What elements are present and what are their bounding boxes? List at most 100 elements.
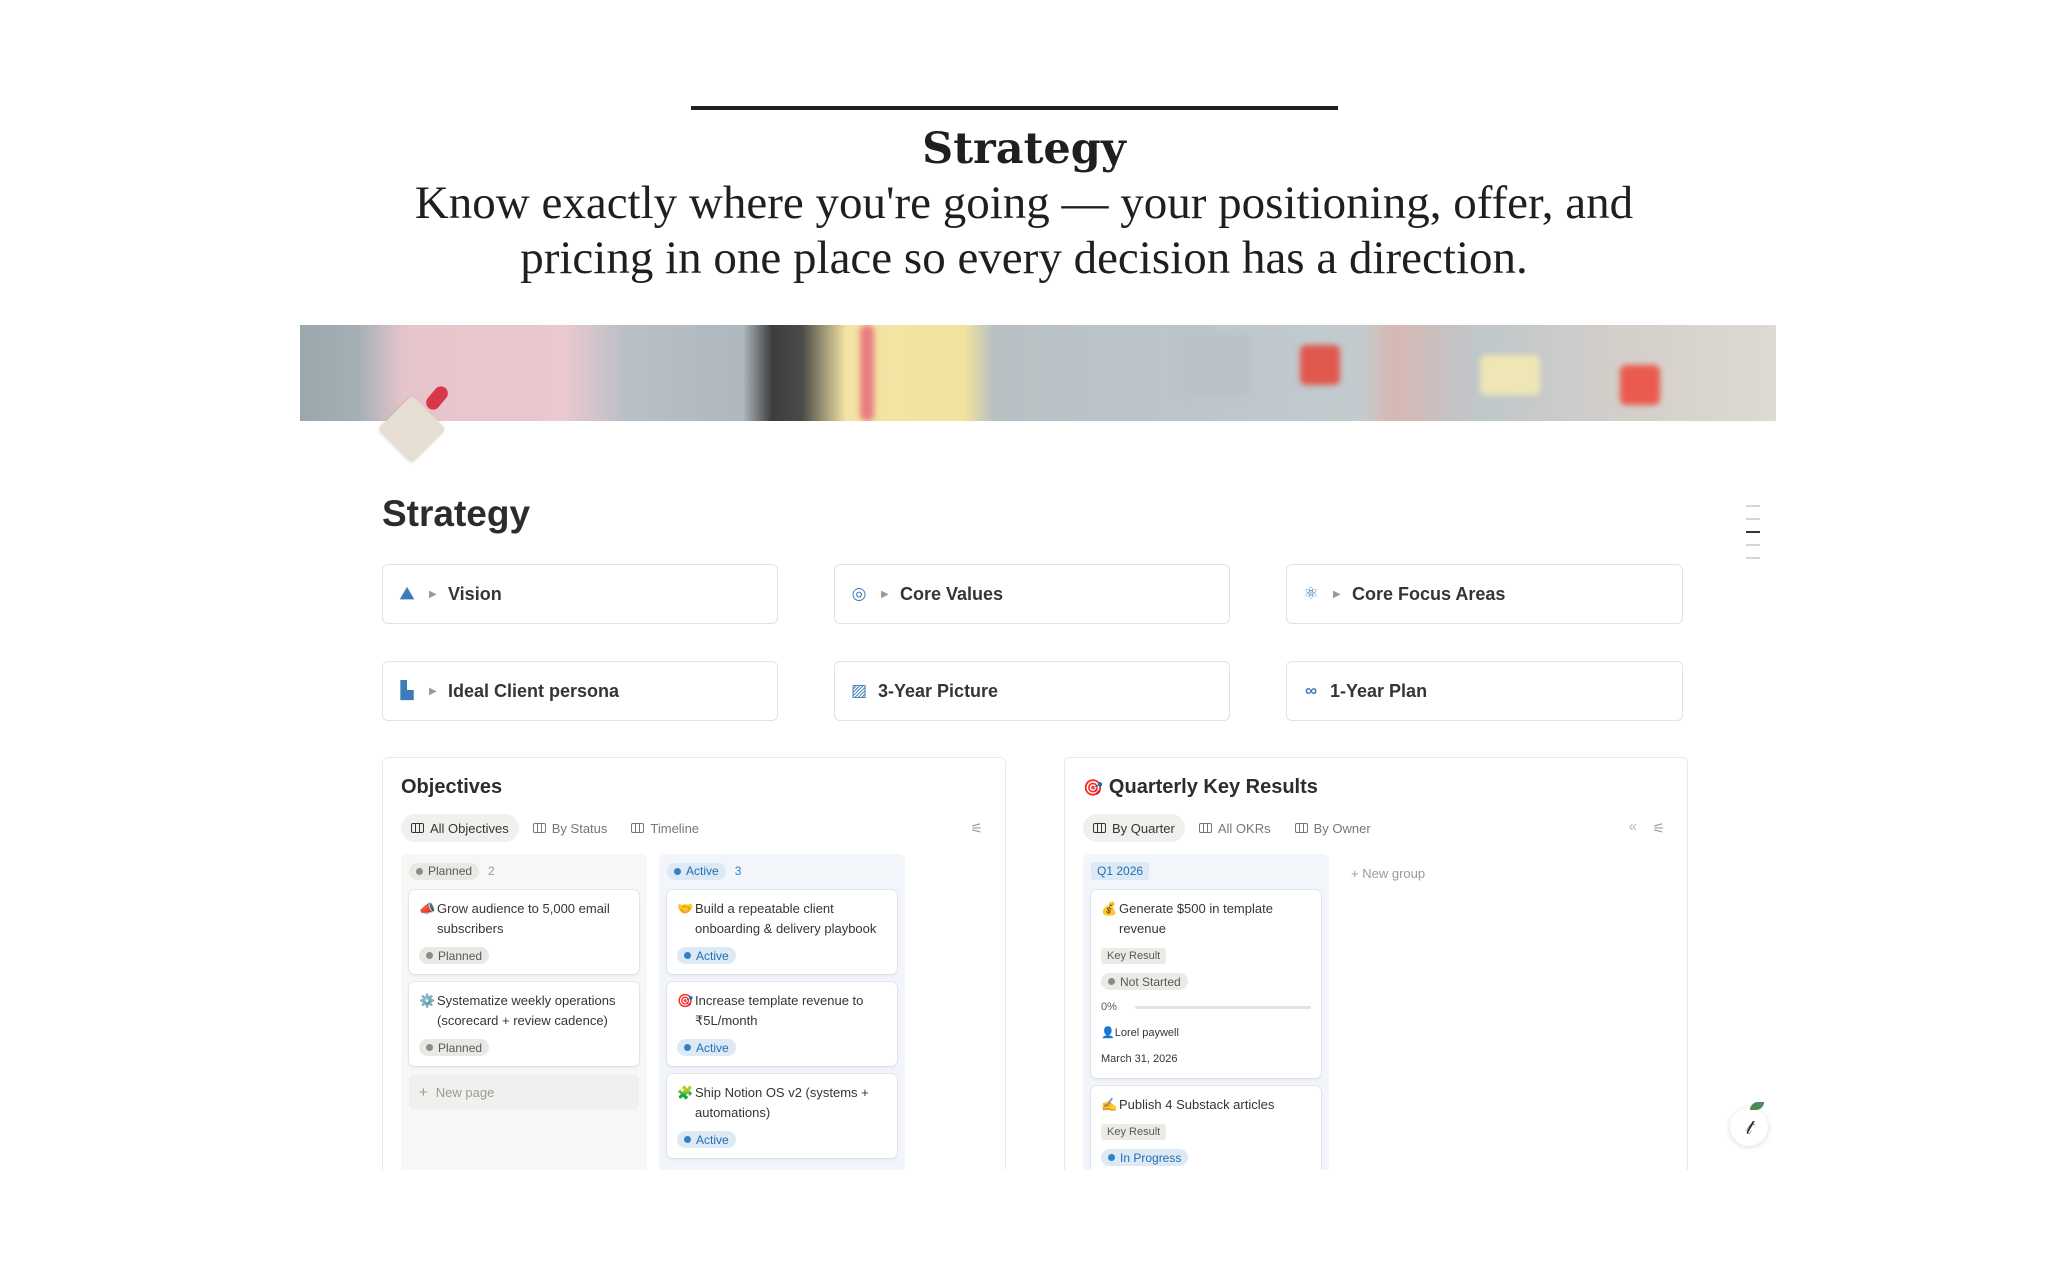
timeline-view-icon (631, 823, 645, 833)
status-badge: Active (677, 1039, 736, 1056)
card-title: Generate $500 in template revenue (1119, 901, 1273, 936)
puzzle-icon: 🧩 (677, 1085, 694, 1100)
group-label[interactable]: Q1 2026 (1091, 862, 1150, 880)
toc-line-active[interactable] (1746, 531, 1760, 533)
view-settings-icon[interactable]: ⚟ (970, 820, 983, 837)
view-tabs: All Objectives By Status Timeline (401, 814, 713, 842)
board-card[interactable]: 📣 Grow audience to 5,000 email subscriber… (409, 890, 639, 974)
toggle-triangle-icon[interactable]: ▶ (429, 589, 439, 600)
board-card[interactable]: 🧩 Ship Notion OS v2 (systems + automation… (667, 1074, 897, 1158)
group-label[interactable]: Planned (409, 862, 480, 880)
tab-timeline[interactable]: Timeline (621, 814, 709, 842)
view-tabs: By Quarter All OKRs By Owner (1083, 814, 1385, 842)
board-view-icon (532, 823, 546, 833)
infinity-icon: ∞ (1304, 681, 1318, 700)
person-on-mountain-icon: ⛰ (399, 584, 415, 603)
toc-line[interactable] (1746, 544, 1760, 546)
tab-label: By Quarter (1112, 820, 1175, 836)
page-title: Strategy (382, 493, 531, 534)
toggle-core-values[interactable]: ◎ ▶ Core Values (834, 564, 1230, 624)
gear-icon: ⚙️ (419, 993, 436, 1008)
tab-all-objectives[interactable]: All Objectives (401, 814, 519, 842)
toc-line[interactable] (1746, 557, 1760, 559)
tab-by-quarter[interactable]: By Quarter (1083, 814, 1185, 842)
board-column-q1-2026: Q1 2026 💰 Generate $500 in template reven… (1083, 854, 1329, 1170)
handshake-icon: 🤝 (677, 901, 694, 916)
type-tag: Key Result (1101, 1124, 1167, 1140)
tab-by-status[interactable]: By Status (523, 814, 618, 842)
board-view-icon (1198, 823, 1212, 833)
status-badge: Active (677, 947, 736, 964)
toc-line[interactable] (1746, 505, 1760, 507)
cover-image[interactable] (300, 325, 1776, 421)
chart-icon: ▨ (850, 681, 868, 700)
tab-label: All Objectives (430, 820, 509, 836)
board-card[interactable]: ✍️ Publish 4 Substack articles Key Result… (1091, 1086, 1321, 1170)
tab-label: By Owner (1313, 820, 1371, 836)
link-3-year-picture[interactable]: ▨ 3-Year Picture (834, 661, 1230, 721)
plus-icon: + (1351, 866, 1363, 881)
hero-title: Strategy (922, 124, 1126, 174)
card-title: Grow audience to 5,000 email subscribers (437, 901, 610, 936)
tab-all-okrs[interactable]: All OKRs (1189, 814, 1281, 842)
progress-bar: 0% (1101, 997, 1311, 1017)
status-badge: Not Started (1101, 973, 1188, 990)
group-label[interactable]: Active (667, 862, 726, 880)
tab-label: All OKRs (1217, 820, 1271, 836)
hero-subtitle-line: pricing in one place so every decision h… (520, 232, 1528, 284)
notion-page: Strategy ⛰ ▶ Vision ◎ ▶ Core Values ⚛ ▶ … (300, 325, 1776, 1170)
okrs-database: 🎯 Quarterly Key Results By Quarter All O… (1064, 757, 1688, 1170)
status-badge: Planned (419, 1039, 490, 1056)
hero-divider (691, 106, 1338, 110)
board-card[interactable]: 🎯 Increase template revenue to ₹5L/month … (667, 982, 897, 1066)
toggle-triangle-icon[interactable]: ▶ (429, 686, 439, 697)
money-bag-icon: 💰 (1101, 901, 1118, 916)
plus-icon: + (419, 1083, 428, 1101)
board-card[interactable]: ⚙️ Systematize weekly operations (scoreca… (409, 982, 639, 1066)
toggle-ideal-client-persona[interactable]: ▙ ▶ Ideal Client persona (382, 661, 778, 721)
collapse-icon[interactable]: « (1629, 818, 1637, 835)
megaphone-icon: 📣 (419, 901, 436, 916)
status-badge: Active (677, 1131, 736, 1148)
toc-line[interactable] (1746, 518, 1760, 520)
view-settings-icon[interactable]: ⚟ (1652, 820, 1665, 837)
board-column-planned: Planned 2 📣 Grow audience to 5,000 email … (401, 854, 647, 1170)
tab-label: By Status (551, 820, 608, 836)
status-badge: Planned (419, 947, 490, 964)
new-page-label: New page (435, 1084, 495, 1100)
writing-hand-icon: ✍️ (1101, 1097, 1118, 1112)
board-view-icon (1093, 823, 1106, 833)
owner-name: Lorel paywell (1114, 1027, 1179, 1039)
database-title[interactable]: 🎯 Quarterly Key Results (1083, 776, 1318, 799)
status-badge: In Progress (1101, 1149, 1189, 1166)
help-button[interactable]: 𝓉 (1730, 1102, 1768, 1146)
toggle-triangle-icon[interactable]: ▶ (881, 589, 891, 600)
board-view-icon (1294, 823, 1308, 833)
link-1-year-plan[interactable]: ∞ 1-Year Plan (1286, 661, 1683, 721)
atom-icon: ⚛ (1303, 584, 1319, 603)
new-page-button[interactable]: + New page (409, 1074, 639, 1110)
card-title: Increase template revenue to ₹5L/month (695, 993, 864, 1028)
card-label: 3-Year Picture (878, 680, 999, 701)
table-of-contents[interactable] (1746, 505, 1760, 570)
group-count: 3 (734, 864, 742, 878)
database-title[interactable]: Objectives (401, 776, 502, 799)
card-title: Build a repeatable client onboarding & d… (695, 901, 877, 936)
target-icon: 🎯 (1083, 779, 1103, 797)
group-count: 2 (488, 864, 495, 878)
board-card[interactable]: 💰 Generate $500 in template revenue Key R… (1091, 890, 1321, 1078)
board-card[interactable]: 🤝 Build a repeatable client onboarding & … (667, 890, 897, 974)
database-title-label: Quarterly Key Results (1108, 776, 1318, 798)
card-label: Ideal Client persona (448, 680, 620, 701)
due-date: March 31, 2026 (1101, 1053, 1178, 1065)
toggle-core-focus-areas[interactable]: ⚛ ▶ Core Focus Areas (1286, 564, 1683, 624)
toggle-vision[interactable]: ⛰ ▶ Vision (382, 564, 778, 624)
hero-subtitle: Know exactly where you're going — your p… (324, 176, 1724, 286)
card-label: Core Values (900, 583, 1004, 604)
card-label: Core Focus Areas (1352, 583, 1506, 604)
new-group-button[interactable]: + New group (1351, 866, 1425, 881)
board-column-active: Active 3 🤝 Build a repeatable client onbo… (659, 854, 905, 1170)
tab-by-owner[interactable]: By Owner (1285, 814, 1381, 842)
type-tag: Key Result (1101, 948, 1167, 964)
toggle-triangle-icon[interactable]: ▶ (1333, 589, 1343, 600)
